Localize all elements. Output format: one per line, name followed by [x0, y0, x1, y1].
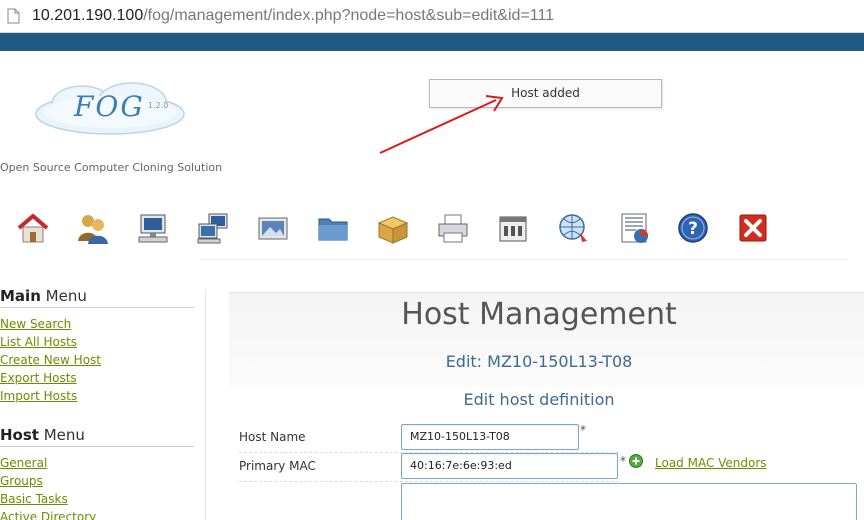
- snapins-icon[interactable]: [376, 211, 410, 245]
- main-menu-title: Main Menu: [0, 287, 87, 305]
- sidebar-item-export-hosts[interactable]: Export Hosts: [0, 369, 200, 387]
- sidebar-item-groups[interactable]: Groups: [0, 472, 200, 490]
- images-icon[interactable]: [256, 211, 290, 245]
- annotation-arrow: [379, 95, 504, 154]
- load-mac-vendors-link[interactable]: Load MAC Vendors: [655, 456, 767, 470]
- section-title: Edit host definition: [463, 390, 615, 409]
- primary-mac-input[interactable]: 40:16:7e:6e:93:ed: [401, 453, 618, 479]
- page-icon: [7, 8, 20, 24]
- main-toolbar: ?: [0, 205, 850, 255]
- logout-icon[interactable]: [736, 211, 770, 245]
- divider: [0, 307, 194, 308]
- top-band: [0, 33, 864, 51]
- sidebar-item-active-directory[interactable]: Active Directory: [0, 508, 200, 520]
- host-menu-title: Host Menu: [0, 426, 85, 444]
- sidebar-item-list-all-hosts[interactable]: List All Hosts: [0, 333, 200, 351]
- sidebar-item-basic-tasks[interactable]: Basic Tasks: [0, 490, 200, 508]
- required-mark: *: [620, 454, 626, 468]
- required-mark: *: [580, 423, 586, 437]
- sidebar-divider: [205, 290, 206, 520]
- services-icon[interactable]: [496, 211, 530, 245]
- divider: [0, 446, 194, 447]
- storage-icon[interactable]: [316, 211, 350, 245]
- users-icon[interactable]: [76, 211, 110, 245]
- fog-logo[interactable]: FOG 1.2.0: [30, 78, 188, 138]
- home-icon[interactable]: [16, 211, 50, 245]
- row-divider: [239, 481, 619, 482]
- tasks-icon[interactable]: [556, 211, 590, 245]
- host-name-input[interactable]: MZ10-150L13-T08: [401, 424, 579, 450]
- page-title: Host Management: [401, 297, 677, 332]
- reports-icon[interactable]: [618, 211, 652, 245]
- printers-icon[interactable]: [436, 211, 470, 245]
- host-name-label: Host Name: [239, 430, 306, 444]
- url-path: /fog/management/index.php?node=host&sub=…: [143, 7, 555, 24]
- logo-version: 1.2.0: [148, 101, 168, 110]
- divider: [200, 259, 848, 260]
- add-mac-icon[interactable]: [629, 454, 643, 468]
- sidebar-item-create-new-host[interactable]: Create New Host: [0, 351, 200, 369]
- svg-text:?: ?: [688, 219, 698, 239]
- url-text[interactable]: 10.201.190.100/fog/management/index.php?…: [32, 7, 554, 25]
- logo-text: FOG: [73, 90, 145, 123]
- hosts-icon[interactable]: [136, 211, 170, 245]
- sidebar-item-new-search[interactable]: New Search: [0, 315, 200, 333]
- sidebar: Main Menu New Search List All Hosts Crea…: [0, 287, 200, 520]
- sidebar-item-import-hosts[interactable]: Import Hosts: [0, 387, 200, 405]
- help-icon[interactable]: ?: [676, 211, 710, 245]
- edit-host-subtitle: Edit: MZ10-150L13-T08: [445, 352, 633, 371]
- groups-icon[interactable]: [196, 211, 230, 245]
- primary-mac-label: Primary MAC: [239, 459, 316, 473]
- host-description-textarea[interactable]: [401, 483, 857, 520]
- url-host: 10.201.190.100: [32, 7, 144, 24]
- tagline: Open Source Computer Cloning Solution: [0, 161, 223, 174]
- sidebar-item-general[interactable]: General: [0, 454, 200, 472]
- browser-url-bar[interactable]: 10.201.190.100/fog/management/index.php?…: [0, 0, 864, 33]
